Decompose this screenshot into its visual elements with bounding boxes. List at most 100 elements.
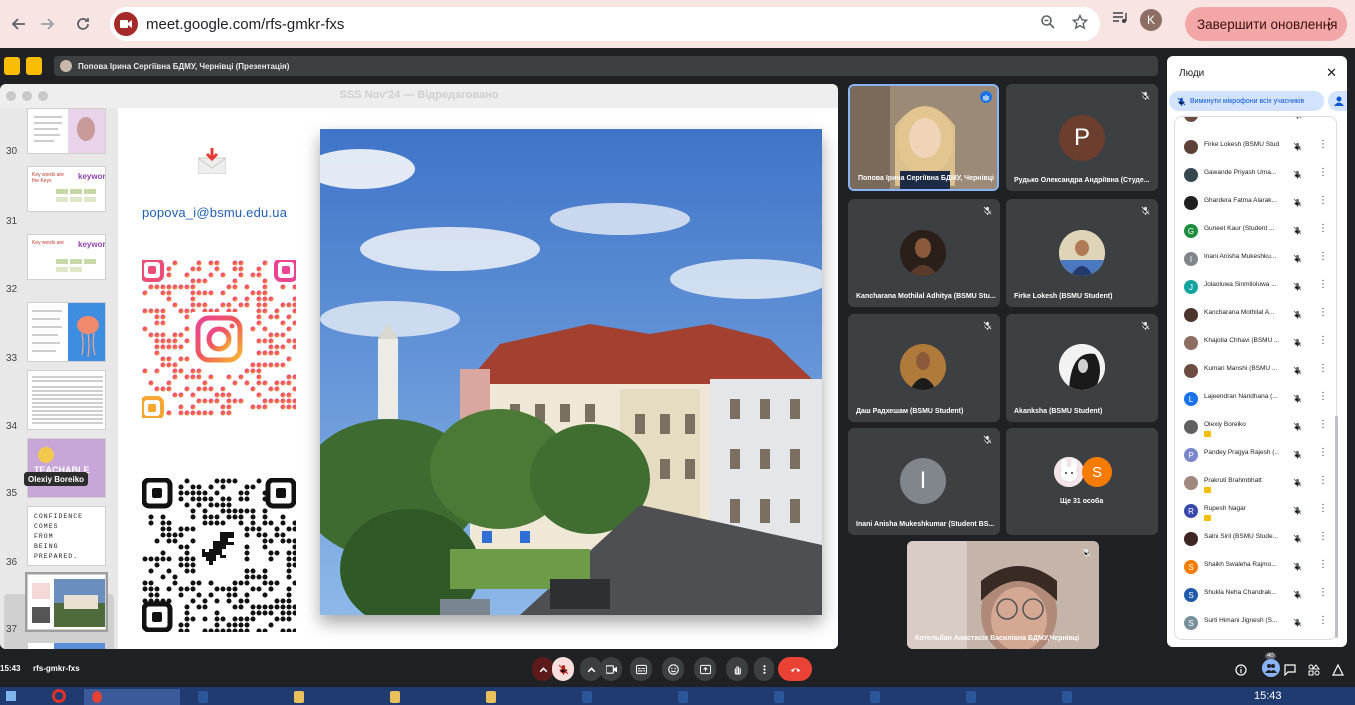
back-icon[interactable]: [4, 9, 34, 39]
person-row[interactable]: Khajotia Chhavi (BSMU ... ⋮: [1175, 331, 1336, 355]
present-screen-button[interactable]: [694, 657, 716, 681]
participant-tile-presenter[interactable]: Попова Ірина Сергіївна БДМУ, Чернівці: [848, 84, 999, 191]
person-row[interactable]: Gawande Priyash Uma... ⋮: [1175, 163, 1336, 187]
taskbar-item-folder[interactable]: [382, 689, 472, 705]
chat-icon[interactable]: [1284, 663, 1296, 681]
emoji-reactions-button[interactable]: [662, 657, 684, 681]
person-row[interactable]: Olexiy Boreiko ⋮: [1175, 415, 1336, 439]
mic-off-icon[interactable]: [1293, 142, 1302, 151]
more-vert-icon[interactable]: ⋮: [1318, 587, 1328, 598]
person-row[interactable]: S Surti Himani Jignesh (S... ⋮: [1175, 611, 1336, 635]
participant-tile[interactable]: P Рудько Олександра Андріївна (Студе...: [1006, 84, 1158, 191]
person-row[interactable]: ⋮: [1175, 117, 1336, 127]
slide-thumb-37[interactable]: [25, 572, 108, 632]
more-vert-icon[interactable]: ⋮: [1318, 559, 1328, 570]
start-icon[interactable]: [6, 691, 16, 701]
mic-off-icon[interactable]: [1293, 282, 1302, 291]
participant-tile[interactable]: Firke Lokesh (BSMU Student): [1006, 199, 1158, 307]
mic-off-icon[interactable]: [1293, 170, 1302, 179]
person-row[interactable]: I Inani Anisha Mukeshku... ⋮: [1175, 247, 1336, 271]
taskbar-item-word[interactable]: [862, 689, 952, 705]
slide-thumb-36[interactable]: CONFIDENCE COMES FROM BEING PREPARED.: [27, 506, 106, 566]
person-row[interactable]: L Lajeendran Nandhana (... ⋮: [1175, 387, 1336, 411]
lock-icon[interactable]: [1332, 663, 1344, 681]
zoom-icon[interactable]: [1040, 14, 1056, 35]
slide-thumb-33[interactable]: [27, 302, 106, 362]
notes-icon[interactable]: [26, 57, 42, 75]
taskbar-item-folder[interactable]: [478, 689, 568, 705]
mic-options-button[interactable]: [532, 657, 554, 681]
forward-icon[interactable]: [32, 9, 62, 39]
person-row[interactable]: Kancharana Mothilal A... ⋮: [1175, 303, 1336, 327]
person-row[interactable]: Prakruti Brahmbhatt ⋮: [1175, 471, 1336, 495]
more-vert-icon[interactable]: ⋮: [1318, 615, 1328, 626]
more-vert-icon[interactable]: ⋮: [1318, 167, 1328, 178]
mic-off-icon[interactable]: [1293, 478, 1302, 487]
person-row[interactable]: J Jolaoluwa Sinmiloluwa ... ⋮: [1175, 275, 1336, 299]
person-row[interactable]: Kumari Manshi (BSMU ... ⋮: [1175, 359, 1336, 383]
mute-all-button[interactable]: Вимкнути мікрофони всіх учасників: [1169, 91, 1324, 111]
close-icon[interactable]: ✕: [1326, 65, 1337, 81]
info-icon[interactable]: [1235, 663, 1247, 681]
mic-off-icon[interactable]: [1293, 226, 1302, 235]
mic-off-icon[interactable]: [1293, 618, 1302, 627]
more-vert-icon[interactable]: ⋮: [1318, 307, 1328, 318]
mic-off-icon[interactable]: [1293, 338, 1302, 347]
taskbar-item-folder[interactable]: [286, 689, 376, 705]
person-row[interactable]: S Shukla Neha Chandrak... ⋮: [1175, 583, 1336, 607]
people-button[interactable]: [1262, 659, 1280, 677]
more-options-button[interactable]: [754, 657, 774, 681]
more-vert-icon[interactable]: ⋮: [1318, 117, 1328, 118]
mic-off-icon[interactable]: [1293, 422, 1302, 431]
activities-icon[interactable]: [1308, 663, 1320, 681]
person-row[interactable]: Salni Siril (BSMU Stude... ⋮: [1175, 527, 1336, 551]
more-vert-icon[interactable]: ⋮: [1318, 195, 1328, 206]
participant-tile[interactable]: Akanksha (BSMU Student): [1006, 314, 1158, 422]
finish-update-button[interactable]: Завершити оновлення ⋮: [1185, 7, 1347, 41]
mic-off-icon[interactable]: [1293, 254, 1302, 263]
media-control-icon[interactable]: [1112, 11, 1128, 30]
more-vert-icon[interactable]: ⋮: [1318, 475, 1328, 486]
more-vert-icon[interactable]: ⋮: [1318, 447, 1328, 458]
taskbar-item-word[interactable]: [766, 689, 856, 705]
more-vert-icon[interactable]: ⋮: [1318, 335, 1328, 346]
mic-off-icon[interactable]: [1293, 590, 1302, 599]
slide-thumbnails-panel[interactable]: 30 31 Key words are the Keys keywords 32…: [0, 108, 118, 649]
activity-icon[interactable]: [4, 57, 20, 75]
taskbar-item-word[interactable]: [574, 689, 664, 705]
person-row[interactable]: R Rupesh Nagar ⋮: [1175, 499, 1336, 523]
more-vert-icon[interactable]: ⋮: [1318, 251, 1328, 262]
manage-people-button[interactable]: [1328, 91, 1347, 111]
more-vert-icon[interactable]: ⋮: [1322, 15, 1337, 33]
people-list-scrollbar[interactable]: [1335, 416, 1338, 638]
slide-thumb-30[interactable]: [27, 108, 106, 154]
more-vert-icon[interactable]: ⋮: [1318, 363, 1328, 374]
more-vert-icon[interactable]: ⋮: [1318, 223, 1328, 234]
taskbar-item-chrome[interactable]: [84, 689, 180, 705]
mic-off-icon[interactable]: [1293, 198, 1302, 207]
person-row[interactable]: P Pandey Pragya Rajesh (... ⋮: [1175, 443, 1336, 467]
slide-thumb-35[interactable]: TEACHABLE: [27, 438, 106, 498]
mic-off-icon[interactable]: [1293, 562, 1302, 571]
more-vert-icon[interactable]: ⋮: [1318, 531, 1328, 542]
slide-thumb-31[interactable]: Key words are the Keys keywords: [27, 166, 106, 212]
more-vert-icon[interactable]: ⋮: [1318, 279, 1328, 290]
mic-off-icon[interactable]: [1293, 394, 1302, 403]
mic-off-icon[interactable]: [1293, 450, 1302, 459]
camera-options-button[interactable]: [580, 657, 602, 681]
taskbar-item-word[interactable]: [958, 689, 1048, 705]
address-bar[interactable]: meet.google.com/rfs-gmkr-fxs: [110, 7, 1100, 41]
star-icon[interactable]: [1071, 13, 1089, 35]
people-list[interactable]: ⋮Firke Lokesh (BSMU Stud...⋮Gawande Priy…: [1174, 116, 1337, 640]
more-vert-icon[interactable]: ⋮: [1318, 139, 1328, 150]
mic-toggle-button[interactable]: [552, 657, 574, 681]
reload-icon[interactable]: [68, 9, 98, 39]
person-row[interactable]: S Shaikh Swaleha Rajmo... ⋮: [1175, 555, 1336, 579]
person-row[interactable]: G Guneet Kaur (Student ... ⋮: [1175, 219, 1336, 243]
participant-tile[interactable]: I Inani Anisha Mukeshkumar (Student BS..…: [848, 428, 1000, 535]
more-vert-icon[interactable]: ⋮: [1318, 419, 1328, 430]
participant-tile[interactable]: Даш Радхешам (BSMU Student): [848, 314, 1000, 422]
self-view-tile[interactable]: Котельбан Анастасія Василівна БДМУ,Черні…: [907, 541, 1099, 649]
captions-button[interactable]: [630, 657, 652, 681]
more-vert-icon[interactable]: ⋮: [1318, 391, 1328, 402]
